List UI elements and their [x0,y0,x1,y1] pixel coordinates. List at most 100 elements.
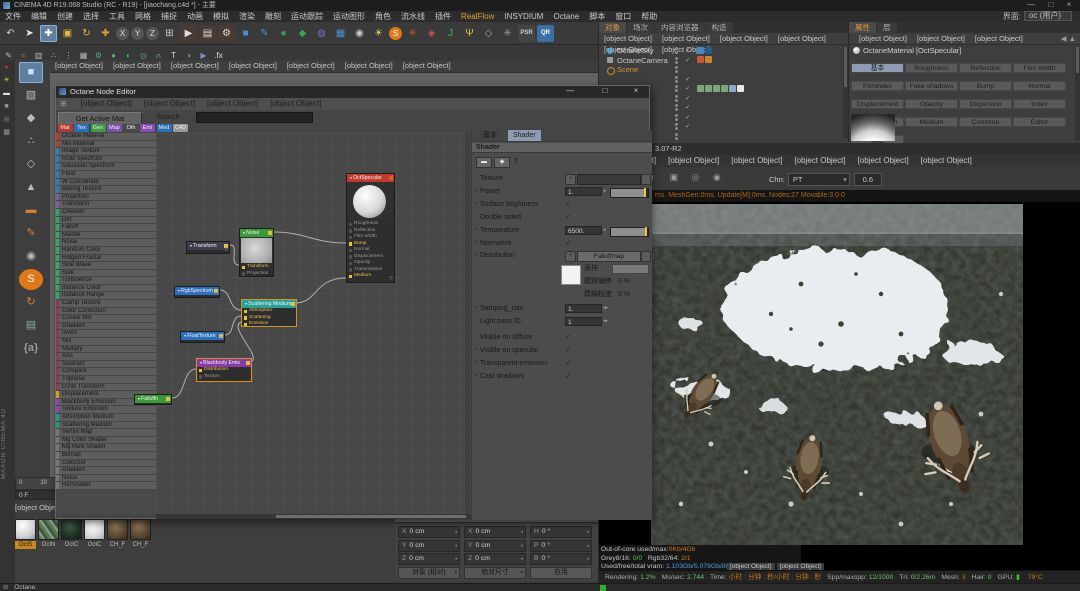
model-mode-icon[interactable]: ■ [19,62,43,83]
nav-arrows-icon[interactable]: ◀ ▲ [1056,33,1080,44]
render-image[interactable] [651,204,1023,545]
material-thumbnail[interactable] [15,519,36,540]
node-type-item[interactable]: Mix Material [56,141,156,149]
qr-icon[interactable]: QR [537,25,554,42]
node-type-item[interactable]: Subtract [56,361,156,369]
node-type-item[interactable]: Noise [56,475,156,483]
node-editor-menu-item[interactable]: [object Object] [138,99,201,108]
material-thumbnail[interactable] [61,519,82,540]
attribute-menu-item[interactable]: [object Object] [912,34,970,43]
move-tool-icon[interactable]: ✚ [40,25,57,42]
node-blackbody-emission[interactable]: Blackbody Emis DistributionTexture [196,358,252,382]
normalize-checkbox[interactable]: ✓ [565,238,571,249]
node-port[interactable]: Emission [242,321,296,328]
node-port[interactable]: Medium [347,273,394,280]
volume-icon[interactable]: ◍ [313,25,330,42]
channel-button[interactable]: Film Width [1013,63,1066,73]
node-falloff[interactable]: Falloffn [134,394,172,405]
node-type-item[interactable]: Image Texture [56,148,156,156]
node-octspecular[interactable]: OctSpecular RoughnessReflectionFilm Widt… [346,173,395,283]
position-field[interactable]: X0 cm◂ [398,526,460,538]
node-type-item[interactable]: Noise [56,239,156,247]
node-type-item[interactable]: Vertex Map [56,429,156,437]
last-tool-icon[interactable]: ✚ [97,25,114,42]
double-sided-checkbox[interactable]: ✓ [565,212,571,223]
node-type-item[interactable]: Texture Emission [56,406,156,414]
node-type-item[interactable]: Octane Material [56,133,156,141]
canvas-hscrollbar[interactable] [156,514,471,519]
material-item[interactable]: OctS [15,519,36,549]
node-type-item[interactable]: Cosine Mix [56,315,156,323]
live-viewer-menu-item[interactable]: [object Object] [788,156,851,165]
rotation-field[interactable]: H0 °◂ [530,526,592,538]
object-manager-menu-item[interactable]: [object Object] [657,34,715,43]
node-port[interactable]: Projection [240,271,273,278]
node-type-item[interactable]: Random Color [56,247,156,255]
menu-item[interactable]: 雕刻 [260,11,286,22]
region-icon[interactable]: ▣ [666,170,681,185]
channel-button[interactable]: Displacement [851,99,904,109]
axis-y-icon[interactable]: Y [131,27,144,40]
live-viewer-menu-item[interactable]: [object Object] [852,156,915,165]
filter-chip[interactable]: Tex [74,124,89,132]
channel-button[interactable]: Fake shadows [905,81,958,91]
filter-chip[interactable]: C4D [173,124,188,132]
node-type-item[interactable]: Mix [56,338,156,346]
object-row[interactable]: OctaneSky ✓ [599,46,839,55]
menu-item[interactable]: 流水线 [396,11,430,22]
character-icon[interactable]: J [442,25,459,42]
light-icon[interactable]: ☀ [370,25,387,42]
node-type-item[interactable]: Baking Texture [56,186,156,194]
cast-shadows-checkbox[interactable]: ✓ [565,371,571,382]
node-type-item[interactable]: Colorizer [56,460,156,468]
texture-add-button[interactable]: + [565,174,576,185]
sky-tag2-icon[interactable] [705,47,712,54]
shader-preview-button[interactable]: ▬ [476,157,492,168]
node-editor-menu-item[interactable]: [object Object] [201,99,264,108]
node-type-item[interactable]: Turbulence [56,277,156,285]
node-type-item[interactable]: W Coordinate [56,179,156,187]
paint-tool-icon[interactable]: ✎ [19,223,43,244]
filter-chip[interactable]: Map [107,124,122,132]
fields-icon[interactable]: ✳ [499,25,516,42]
node-type-item[interactable]: Mg Color Shader [56,437,156,445]
node-type-item[interactable]: Mg Multi Shader [56,444,156,452]
node-floattexture[interactable]: FloatTexture⠿ [180,331,225,343]
channel-button[interactable]: Opacity [905,99,958,109]
mograph-icon[interactable]: ◈ [423,25,440,42]
node-type-item[interactable]: Gaussian Spectrum [56,163,156,171]
pick-material-icon[interactable]: ◎ [688,170,703,185]
node-transform[interactable]: Transform⠿ [186,241,230,254]
node-type-item[interactable]: UVW Transform [56,384,156,392]
undo-icon[interactable]: ↶ [2,25,19,42]
octane-cam-tag-icon[interactable] [697,56,704,63]
menu-item[interactable]: 帮助 [636,11,662,22]
generator-icon[interactable]: ● [275,25,292,42]
axis-z-icon[interactable]: Z [146,27,159,40]
texture-tag-icon[interactable] [705,85,712,92]
axis-x-icon[interactable]: X [116,27,129,40]
surface-brightness-checkbox[interactable]: ✓ [565,199,571,210]
node-type-item[interactable]: Gradient [56,467,156,475]
filter-chip[interactable]: Med [157,124,172,132]
sampling-rate-value[interactable]: 1. [565,304,602,313]
node-editor-menu-item[interactable]: [object Object] [264,99,327,108]
distribution-add-button[interactable]: + [565,251,576,262]
shader-flat-button[interactable]: ◆ [494,157,510,168]
node-noise[interactable]: Noise TransformProjection [239,228,274,277]
node-type-item[interactable]: RefShader [56,482,156,490]
power-slider[interactable] [610,188,649,198]
size-field[interactable]: Y0 cm◂ [464,540,526,552]
viewport-menu-item[interactable]: [object Object] [166,61,224,70]
menu-item[interactable]: 窗口 [610,11,636,22]
menu-item[interactable]: 创建 [52,11,78,22]
node-editor-menu-item[interactable]: [object Object] [75,99,138,108]
cube-small-icon[interactable]: ■ [1,101,12,112]
timeline-ruler[interactable]: 010 [15,477,59,490]
size-mode-dropdown[interactable]: 绝对尺寸▾ [464,567,526,579]
menu-item[interactable]: INSYDIUM [499,11,548,22]
visibility-dots[interactable] [675,47,679,54]
texture-mode-icon[interactable]: ▨ [19,85,43,106]
viewport-menu-item[interactable]: [object Object] [398,61,456,70]
channel-button[interactable]: Common [959,117,1012,127]
